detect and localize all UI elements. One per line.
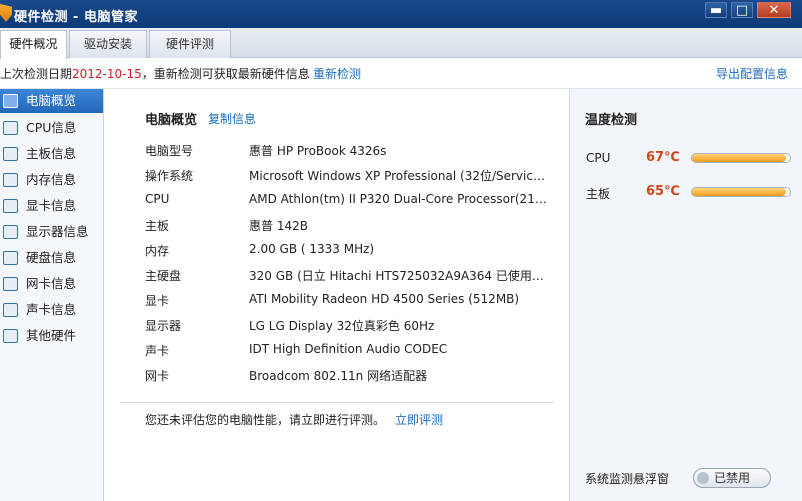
- monitor-icon: [3, 225, 18, 239]
- info-value: AMD Athlon(tm) II P320 Dual-Core Process…: [249, 192, 549, 206]
- sidebar-item-motherboard[interactable]: 主板信息: [0, 142, 103, 166]
- info-value: 惠普 142B: [249, 219, 308, 233]
- info-value: ATI Mobility Radeon HD 4500 Series (512M…: [249, 292, 520, 306]
- info-value: Microsoft Windows XP Professional (32位/S…: [249, 169, 549, 183]
- sidebar-item-label: CPU信息: [26, 120, 77, 135]
- tab-strip: 硬件概况 驱动安装 硬件评测: [0, 28, 802, 59]
- cpu-temp-label: CPU: [586, 151, 611, 165]
- info-value: 320 GB (日立 Hitachi HTS725032A9A364 已使用时间…: [249, 269, 549, 283]
- board-temp-fill: [692, 188, 787, 196]
- float-window-label: 系统监测悬浮窗: [585, 472, 670, 486]
- board-temp-bar: [691, 187, 791, 197]
- sidebar-item-sound[interactable]: 声卡信息: [0, 298, 103, 322]
- info-value: 2.00 GB ( 1333 MHz): [249, 242, 375, 256]
- last-detection-date: 2012-10-15: [72, 67, 142, 81]
- sidebar-item-monitor[interactable]: 显示器信息: [0, 220, 103, 244]
- cpu-temp-value: 67℃: [646, 150, 680, 165]
- sound-card-icon: [3, 303, 18, 317]
- divider: [120, 402, 554, 403]
- sidebar-item-label: 硬盘信息: [26, 250, 77, 265]
- info-key: 声卡: [145, 344, 170, 358]
- info-row: 主板 惠普 142B: [145, 217, 555, 237]
- export-config-link[interactable]: 导出配置信息: [716, 59, 788, 89]
- sidebar-item-label: 主板信息: [26, 146, 77, 161]
- sidebar-item-label: 其他硬件: [26, 328, 77, 343]
- sidebar-item-label: 显示器信息: [26, 224, 89, 239]
- tab-driver-install[interactable]: 驱动安装: [69, 30, 147, 58]
- info-row: 内存 2.00 GB ( 1333 MHz): [145, 242, 555, 262]
- temperature-panel: 温度检测 CPU 67℃ 主板 65℃ 系统监测悬浮窗 已禁用: [569, 89, 802, 501]
- info-key: CPU: [145, 192, 170, 206]
- toggle-knob: [697, 472, 709, 484]
- other-hardware-icon: [3, 329, 18, 343]
- motherboard-icon: [3, 147, 18, 161]
- maximize-button[interactable]: □: [731, 2, 753, 18]
- info-row: 显卡 ATI Mobility Radeon HD 4500 Series (51…: [145, 292, 555, 312]
- sidebar-item-computer-overview[interactable]: 电脑概览: [0, 89, 103, 113]
- info-key: 操作系统: [145, 169, 194, 183]
- sidebar-item-graphics[interactable]: 显卡信息: [0, 194, 103, 218]
- info-value: Broadcom 802.11n 网络适配器: [249, 369, 428, 383]
- info-row: 声卡 IDT High Definition Audio CODEC: [145, 342, 555, 362]
- close-button[interactable]: ✕: [757, 2, 791, 18]
- last-detection-suffix: ，重新检测可获取最新硬件信息: [141, 67, 310, 81]
- memory-icon: [3, 173, 18, 187]
- info-row: CPU AMD Athlon(tm) II P320 Dual-Core Proc…: [145, 192, 555, 212]
- info-row: 网卡 Broadcom 802.11n 网络适配器: [145, 367, 555, 387]
- window-title: 硬件检测 - 电脑管家: [14, 10, 138, 25]
- sidebar-item-other[interactable]: 其他硬件: [0, 324, 103, 348]
- info-key: 主板: [145, 219, 170, 233]
- sidebar-item-label: 内存信息: [26, 172, 77, 187]
- copy-info-link[interactable]: 复制信息: [208, 110, 256, 127]
- info-value: LG LG Display 32位真彩色 60Hz: [249, 319, 435, 333]
- hard-disk-icon: [3, 251, 18, 265]
- info-value: IDT High Definition Audio CODEC: [249, 342, 448, 356]
- info-key: 主硬盘: [145, 269, 182, 283]
- last-detection-text: 上次检测日期2012-10-15，重新检测可获取最新硬件信息: [0, 59, 310, 89]
- sidebar-item-memory[interactable]: 内存信息: [0, 168, 103, 192]
- info-row: 主硬盘 320 GB (日立 Hitachi HTS725032A9A364 已使…: [145, 267, 555, 287]
- sidebar: 电脑概览 CPU信息 主板信息 内存信息 显卡信息 显示器信息 硬盘信息 网卡信…: [0, 89, 104, 501]
- sidebar-item-label: 电脑概览: [26, 93, 77, 108]
- app-shield-icon: [0, 4, 12, 22]
- cpu-temp-fill: [692, 154, 787, 162]
- overview-panel: 电脑概览 复制信息 电脑型号 惠普 HP ProBook 4326s 操作系统 Mi…: [105, 89, 569, 501]
- computer-overview-icon: [3, 94, 18, 108]
- board-temp-label: 主板: [586, 187, 611, 201]
- cpu-icon: [3, 121, 18, 135]
- detection-info-bar: 上次检测日期2012-10-15，重新检测可获取最新硬件信息 重新检测 导出配置…: [0, 59, 802, 89]
- cpu-temp-bar: [691, 153, 791, 163]
- sidebar-item-cpu[interactable]: CPU信息: [0, 116, 103, 140]
- sidebar-item-label: 显卡信息: [26, 198, 77, 213]
- float-window-toggle[interactable]: 已禁用: [693, 468, 771, 488]
- tab-hardware-overview[interactable]: 硬件概况: [0, 30, 67, 59]
- toggle-label: 已禁用: [713, 471, 750, 485]
- evaluation-text: 您还未评估您的电脑性能，请立即进行评测。: [145, 413, 386, 427]
- recheck-link[interactable]: 重新检测: [313, 59, 361, 89]
- info-key: 网卡: [145, 369, 170, 383]
- graphics-card-icon: [3, 199, 18, 213]
- info-key: 显示器: [145, 319, 182, 333]
- overview-title: 电脑概览: [145, 113, 198, 128]
- evaluate-now-link[interactable]: 立即评测: [395, 413, 443, 427]
- sidebar-item-network[interactable]: 网卡信息: [0, 272, 103, 296]
- info-row: 显示器 LG LG Display 32位真彩色 60Hz: [145, 317, 555, 337]
- info-row: 操作系统 Microsoft Windows XP Professional (3…: [145, 167, 555, 187]
- info-value: 惠普 HP ProBook 4326s: [249, 144, 387, 158]
- info-key: 内存: [145, 244, 170, 258]
- last-detection-prefix: 上次检测日期: [0, 67, 73, 81]
- title-bar: 硬件检测 - 电脑管家 ▬ □ ✕: [0, 0, 802, 28]
- info-key: 电脑型号: [145, 144, 194, 158]
- network-card-icon: [3, 277, 18, 291]
- tab-hardware-benchmark[interactable]: 硬件评测: [149, 30, 231, 58]
- temperature-title: 温度检测: [585, 113, 638, 128]
- board-temp-value: 65℃: [646, 184, 680, 199]
- minimize-button[interactable]: ▬: [705, 2, 727, 18]
- info-key: 显卡: [145, 294, 170, 308]
- evaluation-prompt: 您还未评估您的电脑性能，请立即进行评测。 立即评测: [145, 411, 443, 428]
- info-row: 电脑型号 惠普 HP ProBook 4326s: [145, 142, 555, 162]
- sidebar-item-label: 声卡信息: [26, 302, 77, 317]
- sidebar-item-hard-disk[interactable]: 硬盘信息: [0, 246, 103, 270]
- sidebar-item-label: 网卡信息: [26, 276, 77, 291]
